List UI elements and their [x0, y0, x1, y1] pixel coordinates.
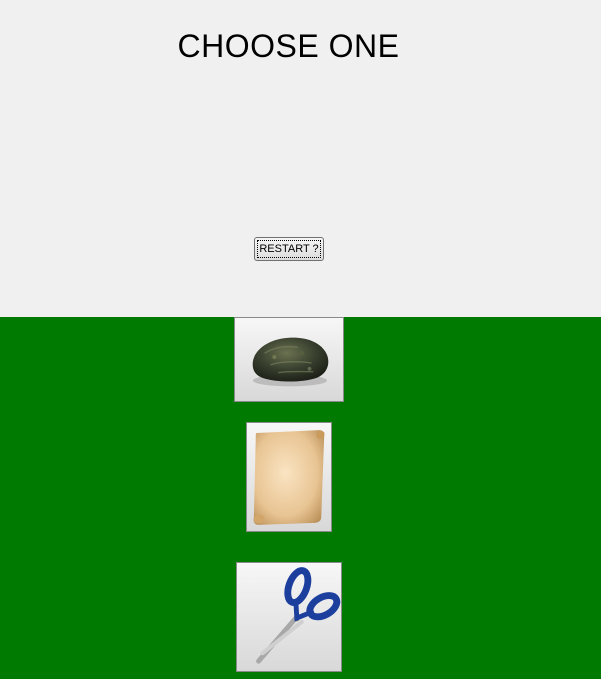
scissors-button[interactable] [236, 562, 342, 672]
rock-button[interactable] [234, 317, 344, 402]
game-window: CHOOSE ONE RESTART ? [0, 0, 601, 679]
paper-scroll-icon [253, 430, 325, 525]
prompt-title: CHOOSE ONE [177, 28, 400, 64]
scissors-icon [256, 567, 341, 664]
top-panel: CHOOSE ONE RESTART ? [0, 0, 601, 317]
restart-button[interactable]: RESTART ? [254, 237, 324, 261]
rock-icon [252, 337, 329, 387]
paper-button[interactable] [246, 422, 332, 532]
restart-button-label: RESTART ? [257, 240, 321, 258]
